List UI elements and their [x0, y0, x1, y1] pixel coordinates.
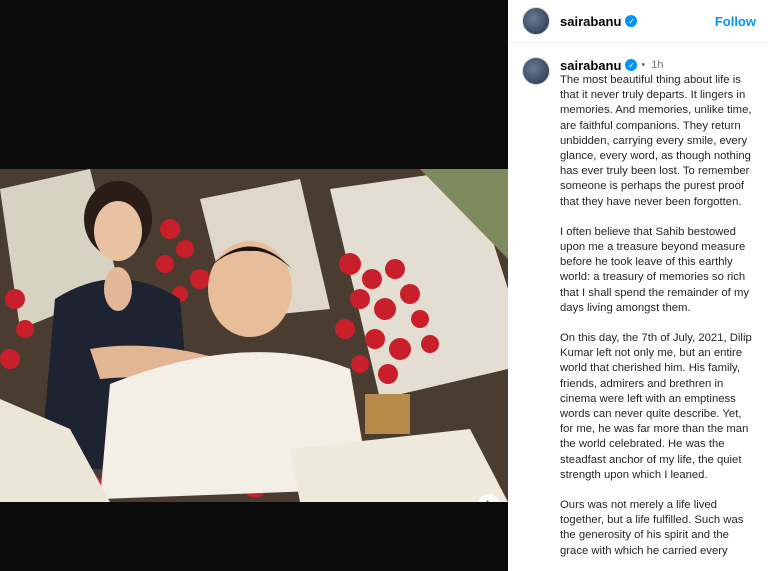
- post-header: sairabanu ✓ Follow: [508, 0, 768, 43]
- caption-avatar[interactable]: [522, 57, 550, 85]
- caption-paragraph: I often believe that Sahib bestowed upon…: [560, 225, 750, 314]
- caption-paragraph: Ours was not merely a life lived togethe…: [560, 499, 744, 557]
- avatar[interactable]: [522, 7, 550, 35]
- photo-illustration: [0, 169, 508, 502]
- caption-paragraph: On this day, the 7th of July, 2021, Dili…: [560, 332, 752, 481]
- verified-badge-icon: ✓: [625, 59, 638, 71]
- separator-dot: •: [641, 59, 646, 71]
- chevron-right-icon: [486, 500, 490, 502]
- caption-username[interactable]: sairabanu: [560, 58, 621, 73]
- media-pane: [0, 0, 508, 571]
- verified-badge-icon: ✓: [625, 15, 638, 27]
- follow-button[interactable]: Follow: [715, 14, 756, 29]
- caption-paragraph: The most beautiful thing about life is t…: [560, 74, 752, 208]
- post-time[interactable]: 1h: [651, 59, 663, 71]
- header-username[interactable]: sairabanu: [560, 14, 621, 29]
- caption: sairabanu ✓ • 1h The most beautiful thin…: [508, 43, 768, 559]
- post-sidebar: sairabanu ✓ Follow sairabanu ✓ • 1h The …: [508, 0, 768, 571]
- post-photo[interactable]: [0, 169, 508, 502]
